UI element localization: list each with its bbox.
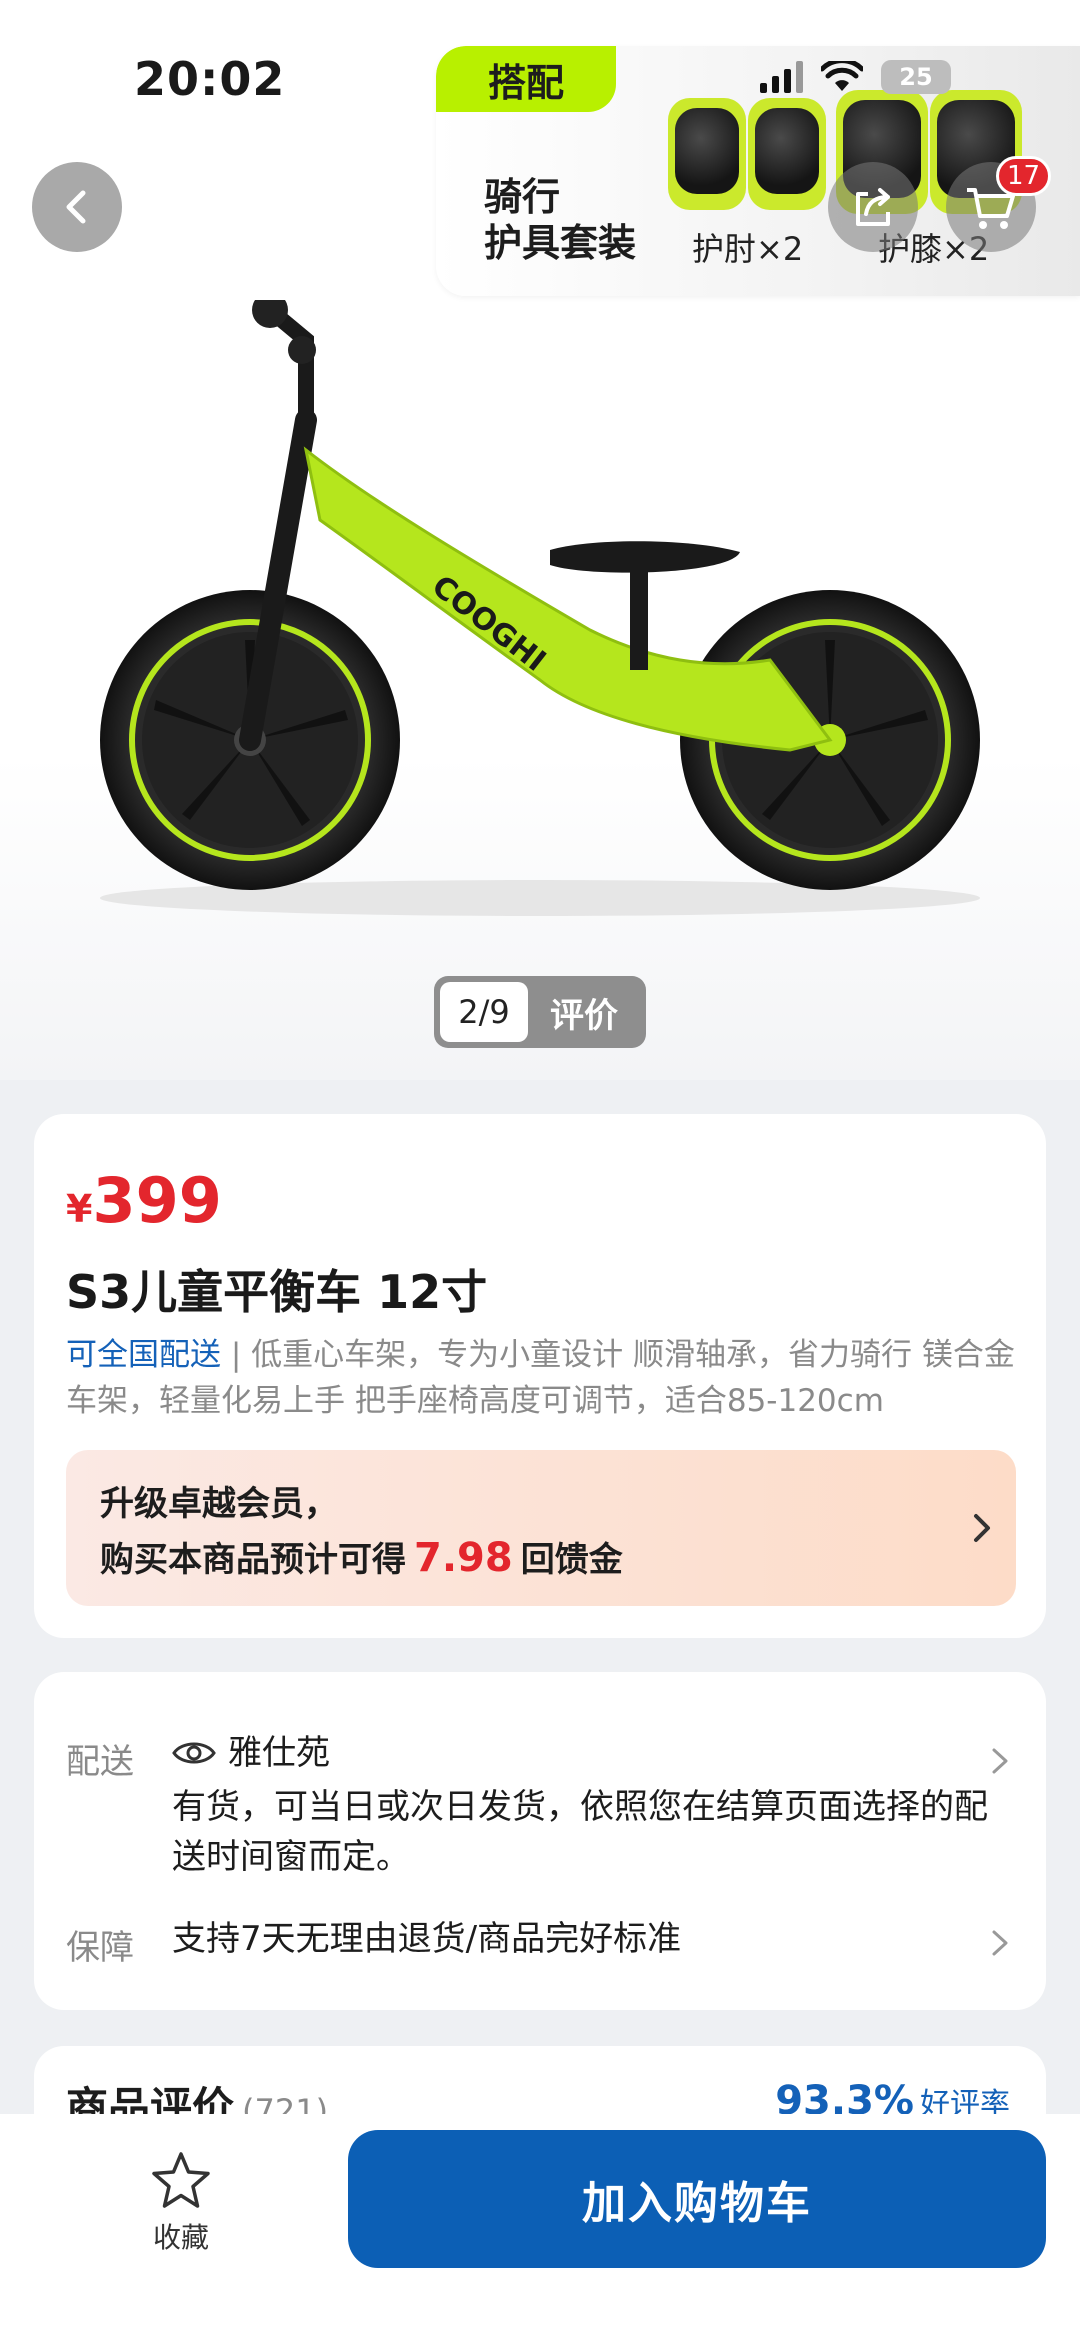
back-button[interactable] xyxy=(32,162,122,252)
elbow-caption: 护肘×2 xyxy=(692,230,804,268)
add-to-cart-button[interactable]: 加入购物车 xyxy=(348,2130,1046,2268)
member-line-2-text: 购买本商品预计可得 xyxy=(100,1540,406,1580)
share-icon xyxy=(856,188,890,226)
delivery-card: 配送 雅仕苑 有货，可当日或次日发货，依照您在结算页面选择的配送时间窗而定。 保… xyxy=(34,1672,1046,2010)
member-line-2: 购买本商品预计可得 7.98 回馈金 xyxy=(100,1532,623,1581)
favorite-button[interactable]: 收藏 xyxy=(116,2150,246,2256)
star-icon xyxy=(152,2152,210,2208)
product-image-balance-bike: COOGHI xyxy=(100,300,980,916)
cart-button[interactable]: 17 xyxy=(946,156,1052,252)
delivery-location-row[interactable]: 雅仕苑 xyxy=(172,1728,330,1778)
cart-count-badge: 17 xyxy=(996,156,1052,196)
wifi-icon xyxy=(821,61,863,91)
rebate-amount: 7.98 xyxy=(414,1535,513,1581)
stock-info: 有货，可当日或次日发货，依照您在结算页面选择的配送时间窗而定。 xyxy=(172,1787,988,1877)
banner-title: 骑行 护具套装 xyxy=(484,175,637,265)
status-icons: 25 xyxy=(760,60,951,94)
product-info-card: ¥399 S3儿童平衡车 12寸 可全国配送 | 低重心车架，专为小童设计 顺滑… xyxy=(34,1114,1046,1638)
price: ¥399 xyxy=(66,1164,222,1237)
status-time: 20:02 xyxy=(134,52,286,106)
guarantee-label: 保障 xyxy=(66,1928,134,1968)
chevron-left-icon xyxy=(66,190,86,224)
chevron-right-icon[interactable] xyxy=(988,1744,1012,1778)
delivery-location: 雅仕苑 xyxy=(228,1733,330,1773)
guarantee-text[interactable]: 支持7天无理由退货/商品完好标准 xyxy=(172,1914,681,1964)
product-description: 可全国配送 | 低重心车架，专为小童设计 顺滑轴承，省力骑行 镁合金车架，轻量化… xyxy=(66,1332,1016,1424)
elbow-pad-image xyxy=(748,98,826,210)
chevron-right-icon[interactable] xyxy=(988,1926,1012,1960)
elbow-pad-image xyxy=(668,98,746,210)
member-line-1: 升级卓越会员， xyxy=(100,1484,338,1524)
member-line-2-suffix: 回馈金 xyxy=(520,1540,623,1580)
membership-upgrade-banner[interactable]: 升级卓越会员， 购买本商品预计可得 7.98 回馈金 xyxy=(66,1450,1016,1606)
favorite-label: 收藏 xyxy=(152,2221,209,2254)
eye-icon xyxy=(172,1742,216,1764)
product-title: S3儿童平衡车 12寸 xyxy=(66,1265,488,1319)
banner-tag: 搭配 xyxy=(436,46,616,112)
currency-symbol: ¥ xyxy=(66,1187,93,1231)
review-tab[interactable]: 评价 xyxy=(550,988,618,1037)
gallery-pager[interactable]: 2/9 评价 xyxy=(434,976,646,1048)
product-gallery[interactable]: COOGHI 20:02 搭配 骑行 护具套装 护肘×2 护膝×2 25 17 … xyxy=(0,0,1080,1080)
delivery-label: 配送 xyxy=(66,1742,134,1782)
share-button[interactable] xyxy=(828,162,918,252)
image-counter: 2/9 xyxy=(440,982,528,1042)
chevron-right-icon xyxy=(974,1514,990,1542)
delivery-tag: 可全国配送 xyxy=(66,1337,221,1373)
battery-icon: 25 xyxy=(881,60,951,94)
separator: | xyxy=(221,1337,252,1373)
bottom-action-bar: 收藏 加入购物车 xyxy=(0,2114,1080,2341)
price-value: 399 xyxy=(92,1164,222,1237)
signal-icon xyxy=(760,61,803,93)
